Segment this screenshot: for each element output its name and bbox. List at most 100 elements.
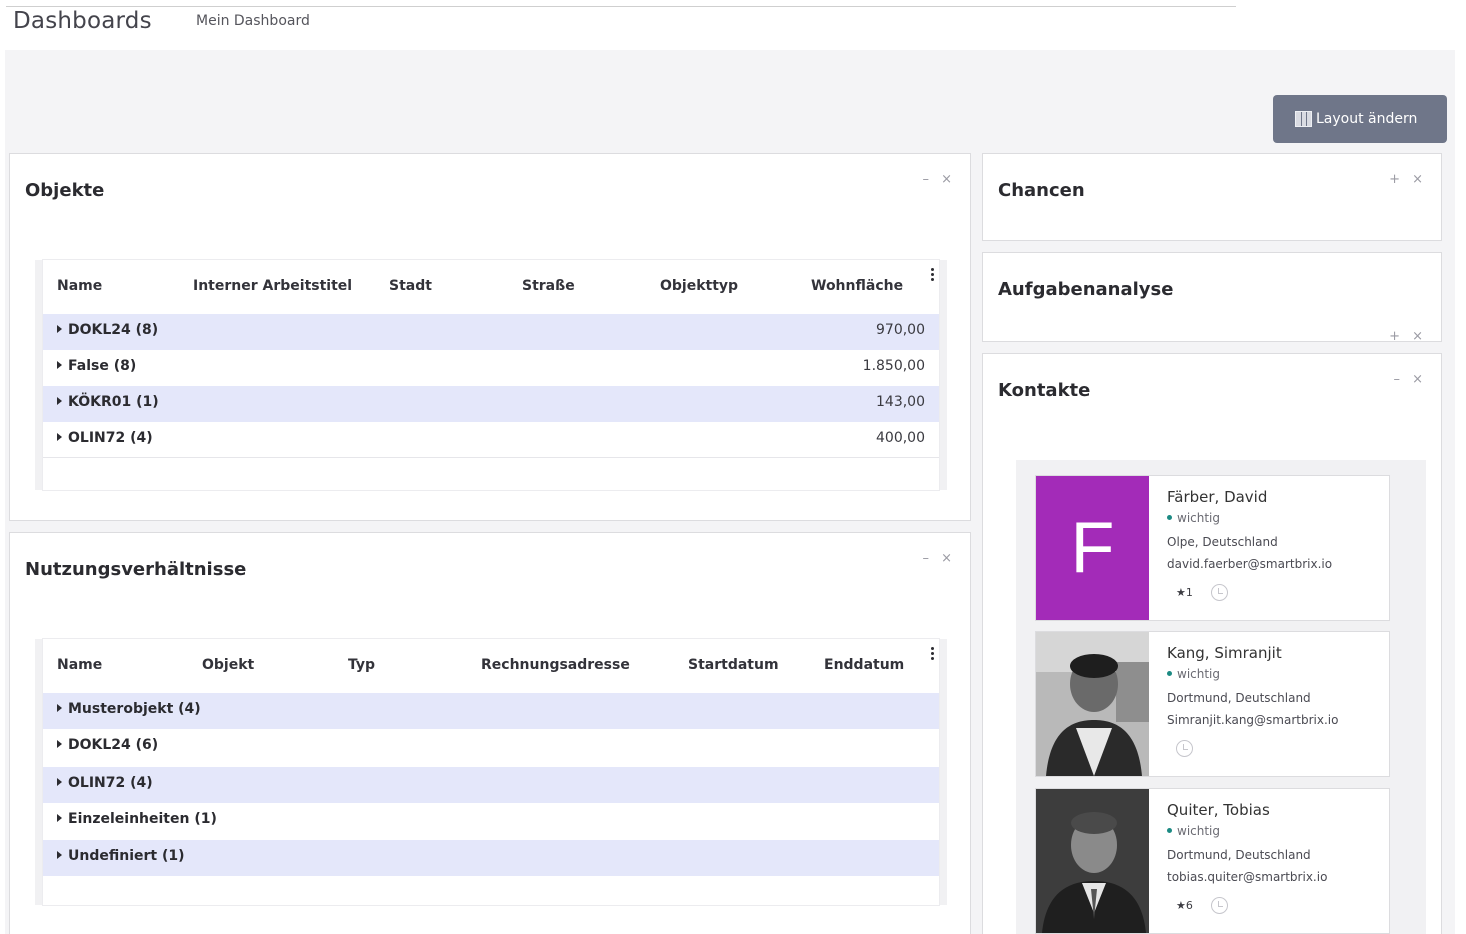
- contact-location: Olpe, Deutschland: [1167, 535, 1278, 549]
- clock-icon[interactable]: [1210, 584, 1228, 601]
- row-label: Undefiniert (1): [57, 848, 185, 864]
- expand-arrow-icon: [57, 325, 62, 333]
- table-row[interactable]: Einzeleinheiten (1): [43, 803, 939, 839]
- nutzung-widget: Nutzungsverhältnisse – × Name Objekt Typ…: [9, 532, 971, 934]
- nutzung-table-header: Name Objekt Typ Rechnungsadresse Startda…: [43, 639, 939, 693]
- tag-dot-icon: [1167, 671, 1172, 676]
- more-options-icon[interactable]: [931, 647, 935, 662]
- aufgaben-title: Aufgabenanalyse: [998, 279, 1174, 300]
- contact-card[interactable]: F Färber, David wichtig Olpe, Deutschlan…: [1035, 475, 1390, 621]
- objekte-controls[interactable]: – ×: [922, 172, 956, 187]
- table-row[interactable]: DOKL24 (8) 970,00: [43, 314, 939, 350]
- expand-arrow-icon: [57, 704, 62, 712]
- layout-change-label: Layout ändern: [1316, 111, 1418, 127]
- clock-icon[interactable]: [1176, 740, 1193, 757]
- contact-name[interactable]: Quiter, Tobias: [1167, 801, 1270, 819]
- contact-tag: wichtig: [1167, 824, 1220, 838]
- row-label: OLIN72 (4): [57, 775, 153, 791]
- col-startdatum[interactable]: Startdatum: [688, 657, 779, 673]
- clock-icon[interactable]: [1210, 897, 1228, 914]
- aufgaben-widget: Aufgabenanalyse + ×: [982, 252, 1442, 344]
- row-wohnflaeche: 400,00: [876, 430, 925, 446]
- star-rating: ★1: [1176, 586, 1193, 599]
- nutzung-table: Name Objekt Typ Rechnungsadresse Startda…: [43, 639, 939, 905]
- kontakte-controls[interactable]: – ×: [1393, 372, 1427, 387]
- col-stadt[interactable]: Stadt: [389, 278, 432, 294]
- expand-arrow-icon: [57, 397, 62, 405]
- col-objekttyp[interactable]: Objekttyp: [660, 278, 738, 294]
- expand-arrow-icon: [57, 778, 62, 786]
- avatar: [1036, 632, 1149, 776]
- avatar-photo: [1036, 789, 1149, 933]
- row-label-text: Musterobjekt (4): [68, 701, 201, 717]
- table-row[interactable]: KÖKR01 (1) 143,00: [43, 386, 939, 422]
- col-name[interactable]: Name: [57, 657, 102, 673]
- contact-email[interactable]: Simranjit.kang@smartbrix.io: [1167, 713, 1338, 727]
- row-label: Musterobjekt (4): [57, 701, 201, 717]
- tag-dot-icon: [1167, 828, 1172, 833]
- objekte-table: Name Interner Arbeitstitel Stadt Straße …: [43, 260, 939, 490]
- contact-tag: wichtig: [1167, 511, 1220, 525]
- objekte-widget: Objekte – × Name Interner Arbeitstitel S…: [9, 153, 971, 521]
- col-strasse[interactable]: Straße: [522, 278, 575, 294]
- avatar-photo: [1036, 632, 1149, 776]
- top-divider: [6, 6, 1236, 7]
- row-label-text: Einzeleinheiten (1): [68, 811, 217, 827]
- contact-location: Dortmund, Deutschland: [1167, 848, 1311, 862]
- expand-arrow-icon: [57, 361, 62, 369]
- top-bar: Dashboards Mein Dashboard: [0, 0, 1466, 48]
- avatar: [1036, 789, 1149, 933]
- aufgaben-controls[interactable]: + ×: [1389, 329, 1427, 344]
- col-wohnflaeche[interactable]: Wohnfläche: [811, 278, 903, 294]
- row-label-text: OLIN72 (4): [68, 430, 153, 446]
- contact-tag-text: wichtig: [1177, 511, 1221, 525]
- expand-arrow-icon: [57, 433, 62, 441]
- contact-email[interactable]: david.faerber@smartbrix.io: [1167, 557, 1332, 571]
- contact-email[interactable]: tobias.quiter@smartbrix.io: [1167, 870, 1327, 884]
- row-label: Einzeleinheiten (1): [57, 811, 217, 827]
- row-wohnflaeche: 143,00: [876, 394, 925, 410]
- tag-dot-icon: [1167, 515, 1172, 520]
- row-label-text: False (8): [68, 358, 137, 374]
- table-row[interactable]: Undefiniert (1): [43, 840, 939, 876]
- chancen-title: Chancen: [998, 180, 1085, 201]
- objekte-table-header: Name Interner Arbeitstitel Stadt Straße …: [43, 260, 939, 314]
- table-row[interactable]: DOKL24 (6): [43, 729, 939, 765]
- table-row[interactable]: OLIN72 (4): [43, 767, 939, 803]
- row-wohnflaeche: 1.850,00: [862, 358, 925, 374]
- contact-name[interactable]: Kang, Simranjit: [1167, 644, 1282, 662]
- contact-tag: wichtig: [1167, 667, 1220, 681]
- row-label-text: DOKL24 (6): [68, 737, 159, 753]
- contact-card[interactable]: Quiter, Tobias wichtig Dortmund, Deutsch…: [1035, 788, 1390, 934]
- row-label-text: KÖKR01 (1): [68, 394, 159, 410]
- row-label: OLIN72 (4): [57, 430, 153, 446]
- grid-icon: [1295, 111, 1312, 127]
- contact-name[interactable]: Färber, David: [1167, 488, 1267, 506]
- expand-arrow-icon: [57, 814, 62, 822]
- table-row[interactable]: OLIN72 (4) 400,00: [43, 422, 939, 458]
- col-objekt[interactable]: Objekt: [202, 657, 254, 673]
- row-label-text: Undefiniert (1): [68, 848, 185, 864]
- row-label: KÖKR01 (1): [57, 394, 159, 410]
- star-rating: ★6: [1176, 899, 1193, 912]
- avatar: F: [1036, 476, 1149, 620]
- row-wohnflaeche: 970,00: [876, 322, 925, 338]
- col-interner-arbeitstitel[interactable]: Interner Arbeitstitel: [193, 278, 352, 294]
- col-rechnungsadresse[interactable]: Rechnungsadresse: [481, 657, 630, 673]
- chancen-controls[interactable]: + ×: [1389, 172, 1427, 187]
- table-row[interactable]: Musterobjekt (4): [43, 693, 939, 729]
- col-enddatum[interactable]: Enddatum: [824, 657, 904, 673]
- col-name[interactable]: Name: [57, 278, 102, 294]
- chancen-widget: Chancen + ×: [982, 153, 1442, 241]
- contact-tag-text: wichtig: [1177, 667, 1221, 681]
- col-typ[interactable]: Typ: [348, 657, 375, 673]
- objekte-title: Objekte: [25, 180, 105, 201]
- contact-card[interactable]: Kang, Simranjit wichtig Dortmund, Deutsc…: [1035, 631, 1390, 777]
- row-label: DOKL24 (8): [57, 322, 158, 338]
- table-row[interactable]: False (8) 1.850,00: [43, 350, 939, 386]
- layout-change-button[interactable]: Layout ändern: [1273, 95, 1447, 143]
- nutzung-controls[interactable]: – ×: [922, 551, 956, 566]
- row-label: False (8): [57, 358, 136, 374]
- more-options-icon[interactable]: [931, 268, 935, 283]
- breadcrumb-dashboard[interactable]: Mein Dashboard: [196, 13, 310, 29]
